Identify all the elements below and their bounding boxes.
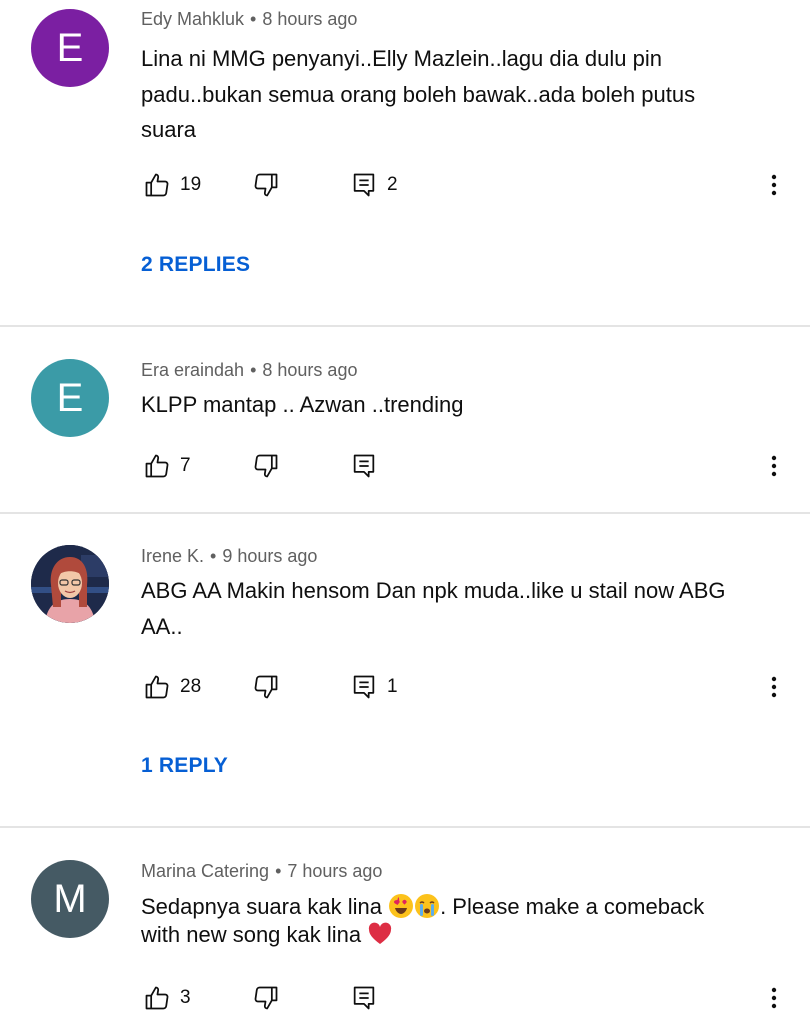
comment-time[interactable]: 8 hours ago xyxy=(262,360,357,380)
comment-text-line: ABG AA Makin hensom Dan npk muda..like u… xyxy=(141,578,726,603)
comment-meta: Edy Mahkluk • 8 hours ago xyxy=(141,9,357,30)
more-vertical-icon[interactable] xyxy=(762,452,786,480)
reply-comment-icon[interactable] xyxy=(350,171,378,199)
comment-meta: Era eraindah • 8 hours ago xyxy=(141,360,357,381)
thumbs-down-icon[interactable] xyxy=(252,984,280,1012)
comment-text-line: Lina ni MMG penyanyi..Elly Mazlein..lagu… xyxy=(141,46,662,71)
divider xyxy=(0,325,810,327)
thumbs-up-icon[interactable] xyxy=(143,673,171,701)
crying-emoji-icon xyxy=(415,894,440,918)
meta-separator: • xyxy=(250,9,257,29)
comment-text-line: suara xyxy=(141,117,197,142)
like-count: 3 xyxy=(180,987,191,1008)
comment-text-line: padu..bukan semua orang boleh bawak..ada… xyxy=(141,81,696,107)
reply-comment-icon[interactable] xyxy=(350,984,378,1012)
comment-text: KLPP mantap .. Azwan ..trending xyxy=(141,392,464,417)
avatar[interactable]: E xyxy=(31,359,109,437)
author-name[interactable]: Marina Catering xyxy=(141,861,269,881)
comment-text-line: with new song kak lina xyxy=(141,921,781,949)
thumbs-down-icon[interactable] xyxy=(252,452,280,480)
reply-count: 1 xyxy=(387,676,398,697)
reply-comment-icon[interactable] xyxy=(350,673,378,701)
meta-separator: • xyxy=(250,360,257,380)
author-name[interactable]: Era eraindah xyxy=(141,360,244,380)
more-vertical-icon[interactable] xyxy=(762,171,786,199)
divider xyxy=(0,512,810,514)
thumbs-down-icon[interactable] xyxy=(252,171,280,199)
comment-text: Lina ni MMG penyanyi..Elly Mazlein..lagu… xyxy=(141,41,781,148)
author-name[interactable]: Irene K. xyxy=(141,546,204,566)
comment-text-segment: with new song kak lina xyxy=(141,922,368,947)
avatar[interactable]: E xyxy=(31,9,109,87)
red-heart-emoji-icon xyxy=(369,922,392,944)
comment-text: Sedapnya suara kak lina . Please make a … xyxy=(141,893,781,949)
view-replies-button[interactable]: 1 REPLY xyxy=(141,754,228,778)
divider xyxy=(0,826,810,828)
comment-text-segment: Sedapnya suara kak lina xyxy=(141,894,389,919)
comment-time[interactable]: 7 hours ago xyxy=(287,861,382,881)
heart-eyes-emoji-icon xyxy=(389,894,414,918)
more-vertical-icon[interactable] xyxy=(762,984,786,1012)
comment-time[interactable]: 8 hours ago xyxy=(262,9,357,29)
thumbs-down-icon[interactable] xyxy=(252,673,280,701)
thumbs-up-icon[interactable] xyxy=(143,452,171,480)
avatar[interactable]: M xyxy=(31,860,109,938)
avatar[interactable] xyxy=(31,545,109,623)
author-name[interactable]: Edy Mahkluk xyxy=(141,9,244,29)
comment-text-line: Sedapnya suara kak lina . Please make a … xyxy=(141,893,781,921)
comment-meta: Irene K. • 9 hours ago xyxy=(141,546,317,567)
comment-text: ABG AA Makin hensom Dan npk muda..like u… xyxy=(141,573,781,645)
meta-separator: • xyxy=(210,546,217,566)
comment-text-line: AA.. xyxy=(141,614,183,639)
like-count: 19 xyxy=(180,174,202,195)
comment-text-segment: . Please make a comeback xyxy=(440,894,705,919)
thumbs-up-icon[interactable] xyxy=(143,984,171,1012)
reply-comment-icon[interactable] xyxy=(350,452,378,480)
more-vertical-icon[interactable] xyxy=(762,673,786,701)
like-count: 7 xyxy=(180,455,191,476)
reply-count: 2 xyxy=(387,174,398,195)
thumbs-up-icon[interactable] xyxy=(143,171,171,199)
meta-separator: • xyxy=(275,861,282,881)
comment-time[interactable]: 9 hours ago xyxy=(222,546,317,566)
view-replies-button[interactable]: 2 REPLIES xyxy=(141,253,250,277)
profile-photo xyxy=(31,545,109,623)
like-count: 28 xyxy=(180,676,202,697)
comment-meta: Marina Catering • 7 hours ago xyxy=(141,861,382,882)
